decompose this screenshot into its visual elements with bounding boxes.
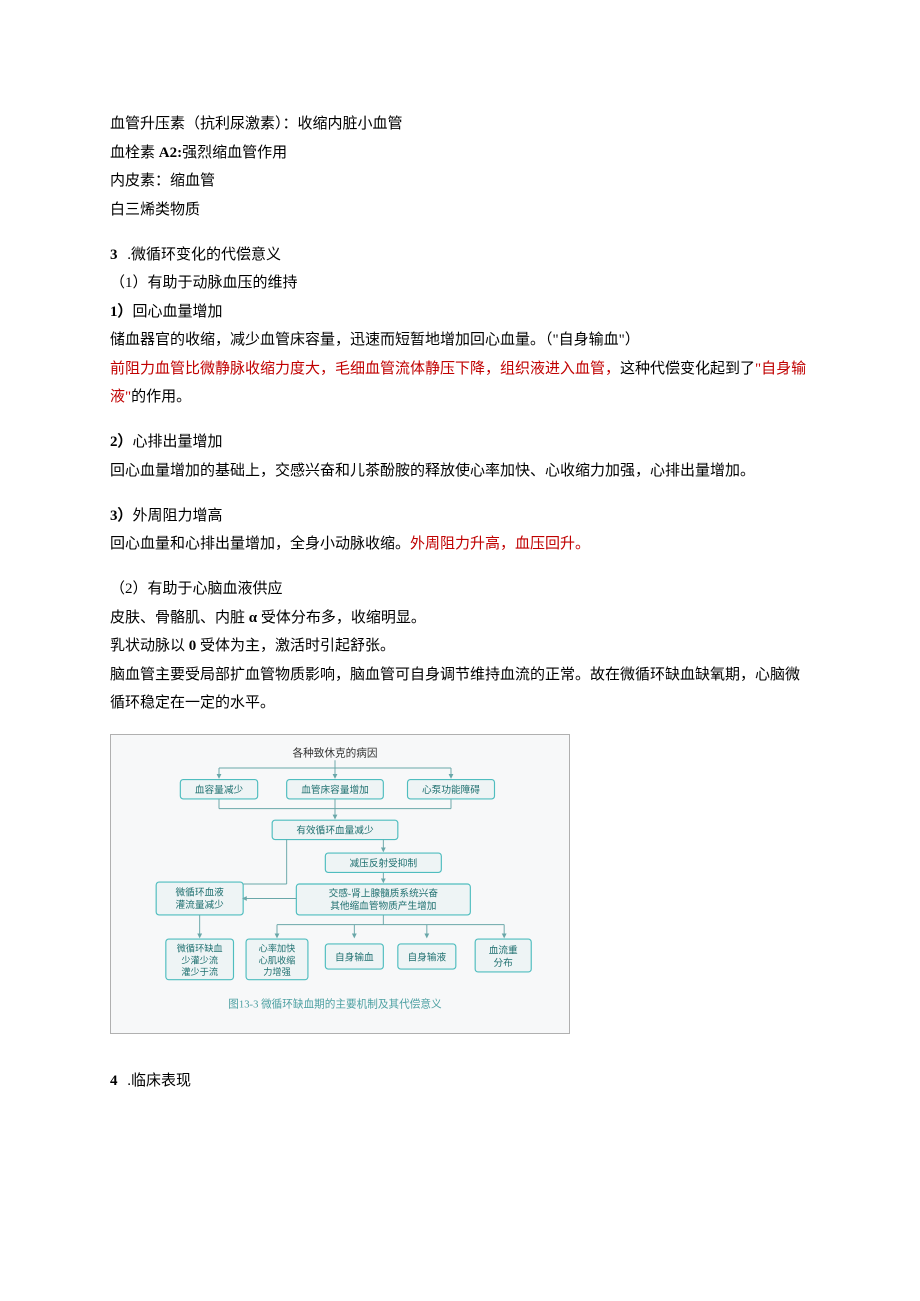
spacer bbox=[110, 1034, 810, 1051]
document-page: 血管升压素（抗利尿激素）：收缩内脏小血管 血栓素 A2:强烈缩血管作用 内皮素：… bbox=[0, 0, 920, 1301]
section-number: 3 bbox=[110, 247, 118, 263]
text-fragment: 这种代偿变化起到了 bbox=[620, 361, 755, 377]
spacer bbox=[110, 559, 810, 576]
item-number: 2） bbox=[110, 434, 133, 450]
svg-text:微循环缺血: 微循环缺血 bbox=[177, 942, 223, 953]
section-heading: 3 .微循环变化的代偿意义 bbox=[110, 241, 810, 270]
diagram-top-label: 各种致休克的病因 bbox=[293, 746, 378, 759]
svg-text:有效循环血量减少: 有效循环血量减少 bbox=[296, 824, 374, 836]
item-title: 外周阻力增高 bbox=[133, 508, 223, 524]
sub-heading: （1）有助于动脉血压的维持 bbox=[110, 269, 810, 298]
svg-text:灌流量减少: 灌流量减少 bbox=[176, 899, 225, 911]
diagram-node: 血管床容量增加 bbox=[287, 779, 384, 798]
text-line: 储血器官的收缩，减少血管床容量，迅速而短暂地增加回心血量。（"自身输血"） bbox=[110, 326, 810, 355]
diagram-node: 自身输液 bbox=[398, 943, 456, 968]
svg-text:心肌收缩: 心肌收缩 bbox=[259, 954, 296, 965]
text-fragment: 皮肤、骨骼肌、内脏 bbox=[110, 610, 249, 626]
item-title: 心排出量增加 bbox=[133, 434, 223, 450]
text-fragment: 血栓素 bbox=[110, 145, 159, 161]
text-fragment: 受体为主，激活时引起舒张。 bbox=[196, 638, 395, 654]
svg-text:血容量减少: 血容量减少 bbox=[195, 784, 244, 796]
diagram-node: 血流重 分布 bbox=[475, 939, 531, 972]
spacer bbox=[110, 224, 810, 241]
svg-text:心泵功能障碍: 心泵功能障碍 bbox=[422, 784, 480, 796]
text-line: 血栓素 A2:强烈缩血管作用 bbox=[110, 139, 810, 168]
item-number: 3） bbox=[110, 508, 133, 524]
svg-text:图13-3 微循环缺血期的主要机制及其代偿意义: 图13-3 微循环缺血期的主要机制及其代偿意义 bbox=[228, 997, 442, 1010]
diagram-node: 微循环血液 灌流量减少 bbox=[156, 882, 243, 915]
text-line: 脑血管主要受局部扩血管物质影响，脑血管可自身调节维持血流的正常。故在微循环缺血缺… bbox=[110, 661, 810, 718]
item-number: 1） bbox=[110, 304, 133, 320]
sub-heading: （2）有助于心脑血液供应 bbox=[110, 575, 810, 604]
diagram-svg: 各种致休克的病因 血容量减少 血管床容量增加 心泵功能障碍 bbox=[115, 739, 555, 1029]
svg-text:减压反射受抑制: 减压反射受抑制 bbox=[350, 857, 418, 869]
diagram-caption-number: 图13-3 bbox=[228, 998, 258, 1010]
svg-text:交感-肾上腺髓质系统兴奋: 交感-肾上腺髓质系统兴奋 bbox=[329, 887, 439, 899]
text-line: 乳状动脉以 0 受体为主，激活时引起舒张。 bbox=[110, 632, 810, 661]
diagram-caption-text: 微循环缺血期的主要机制及其代偿意义 bbox=[258, 997, 442, 1010]
diagram-node: 微循环缺血 少灌少流 灌少于流 bbox=[166, 939, 234, 980]
flow-diagram: 各种致休克的病因 血容量减少 血管床容量增加 心泵功能障碍 bbox=[110, 734, 570, 1034]
diagram-node: 交感-肾上腺髓质系统兴奋 其他缩血管物质产生增加 bbox=[296, 884, 470, 915]
text-line: 前阻力血管比微静脉收缩力度大，毛细血管流体静压下降，组织液进入血管，这种代偿变化… bbox=[110, 355, 810, 412]
diagram-node: 减压反射受抑制 bbox=[325, 853, 441, 872]
text-fragment: 受体分布多，收缩明显。 bbox=[257, 610, 426, 626]
svg-text:少灌少流: 少灌少流 bbox=[181, 954, 218, 965]
text-highlight: 外周阻力升高，血压回升。 bbox=[410, 536, 590, 552]
svg-text:灌少于流: 灌少于流 bbox=[181, 965, 218, 976]
diagram-node: 自身输血 bbox=[325, 943, 383, 968]
text-line: 回心血量增加的基础上，交感兴奋和儿茶酚胺的释放使心率加快、心收缩力加强，心排出量… bbox=[110, 457, 810, 486]
text-fragment: 强烈缩血管作用 bbox=[182, 145, 287, 161]
item-title: 回心血量增加 bbox=[133, 304, 223, 320]
section-title: .微循环变化的代偿意义 bbox=[124, 247, 282, 263]
svg-text:微循环血液: 微循环血液 bbox=[176, 886, 225, 898]
svg-text:血管床容量增加: 血管床容量增加 bbox=[301, 784, 369, 796]
sub-heading: 1）回心血量增加 bbox=[110, 298, 810, 327]
text-line: 皮肤、骨骼肌、内脏 α 受体分布多，收缩明显。 bbox=[110, 604, 810, 633]
svg-text:血流重: 血流重 bbox=[489, 944, 518, 956]
text-highlight: 前阻力血管比微静脉收缩力度大，毛细血管流体静压下降，组织液进入血管， bbox=[110, 361, 620, 377]
spacer bbox=[110, 1050, 810, 1067]
svg-text:自身输液: 自身输液 bbox=[408, 951, 447, 963]
text-fragment: 回心血量和心排出量增加，全身小动脉收缩。 bbox=[110, 536, 410, 552]
spacer bbox=[110, 485, 810, 502]
section-number: 4 bbox=[110, 1073, 118, 1089]
svg-text:自身输血: 自身输血 bbox=[335, 951, 374, 963]
section-title: .临床表现 bbox=[124, 1073, 192, 1089]
diagram-node: 有效循环血量减少 bbox=[272, 820, 398, 839]
text-bold: A2: bbox=[159, 145, 182, 161]
text-fragment: 的作用。 bbox=[131, 389, 191, 405]
spacer bbox=[110, 412, 810, 429]
diagram-node: 血容量减少 bbox=[180, 779, 257, 798]
text-line: 回心血量和心排出量增加，全身小动脉收缩。外周阻力升高，血压回升。 bbox=[110, 530, 810, 559]
diagram-node: 心泵功能障碍 bbox=[408, 779, 495, 798]
text-fragment: 乳状动脉以 bbox=[110, 638, 189, 654]
text-line: 血管升压素（抗利尿激素）：收缩内脏小血管 bbox=[110, 110, 810, 139]
section-heading: 4 .临床表现 bbox=[110, 1067, 810, 1096]
diagram-node: 心率加快 心肌收缩 力增强 bbox=[246, 939, 308, 980]
text-line: 内皮素：缩血管 bbox=[110, 167, 810, 196]
text-bold: α bbox=[249, 610, 257, 626]
svg-text:心率加快: 心率加快 bbox=[259, 942, 296, 953]
svg-text:分布: 分布 bbox=[494, 957, 514, 969]
svg-text:其他缩血管物质产生增加: 其他缩血管物质产生增加 bbox=[330, 900, 436, 912]
svg-text:力增强: 力增强 bbox=[263, 965, 291, 976]
sub-heading: 3）外周阻力增高 bbox=[110, 502, 810, 531]
text-line: 白三烯类物质 bbox=[110, 196, 810, 225]
sub-heading: 2）心排出量增加 bbox=[110, 428, 810, 457]
